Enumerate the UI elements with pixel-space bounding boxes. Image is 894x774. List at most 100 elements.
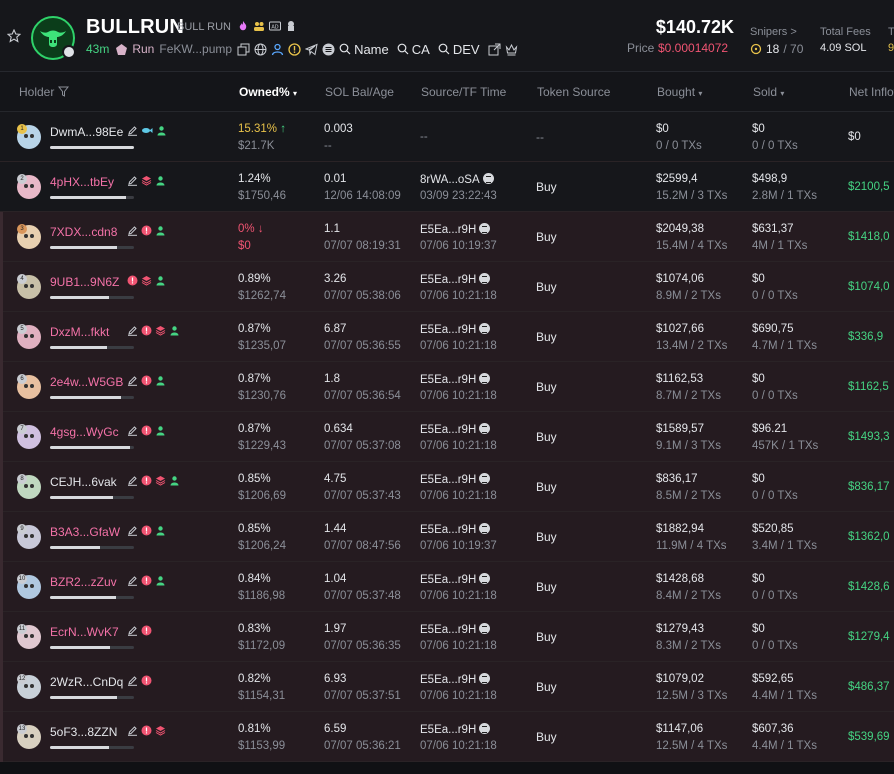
funding-source[interactable]: E5Ea...r9H [420,673,491,686]
col-net-inflow[interactable]: Net Inflow [849,85,894,99]
alert-icon [141,475,152,489]
funding-source[interactable]: E5Ea...r9H [420,423,491,436]
holder-address[interactable]: 2e4w...W5GB [50,375,123,389]
holder-address[interactable]: DwmA...98Ee [50,125,123,139]
holder-tags [127,525,166,539]
funding-source[interactable]: 8rWA...oSA [420,173,494,186]
table-row[interactable]: 10 BZR2...zZuv 0.84% $1186,98 1.04 07/07… [0,562,894,612]
telegram-icon[interactable] [305,43,318,56]
funding-source[interactable]: E5Ea...r9H [420,573,491,586]
edit-icon[interactable] [127,125,138,139]
edit-icon[interactable] [127,475,138,489]
table-row[interactable]: 12 2WzR...CnDq 0.82% $1154,31 6.93 07/07… [0,662,894,712]
search-ca-link[interactable]: CA [397,42,430,57]
net-inflow: $0 [848,131,861,143]
holder-address[interactable]: 9UB1...9N6Z [50,275,119,289]
contract-address[interactable]: FeKW...pump [159,42,232,56]
layers-icon [141,175,152,189]
holder-tags [127,475,180,489]
table-row[interactable]: 9 B3A3...GfaW 0.85% $1206,24 1.44 07/07 … [0,512,894,562]
warning-icon[interactable] [288,42,301,56]
funding-source[interactable]: E5Ea...r9H [420,623,491,636]
edit-icon[interactable] [127,225,138,239]
globe-icon[interactable] [254,43,267,56]
sold-usd: $520,85 [752,523,794,535]
edit-icon[interactable] [127,625,138,639]
holder-address[interactable]: 4gsg...WyGc [50,425,119,439]
col-holder[interactable]: Holder [19,85,69,99]
holding-bar [50,646,134,649]
owned-usd: $21.7K [238,140,275,152]
edit-icon[interactable] [127,175,138,189]
col-source[interactable]: Source/TF Time [421,85,506,99]
funding-source[interactable]: E5Ea...r9H [420,373,491,386]
funding-source[interactable]: E5Ea...r9H [420,273,491,286]
explorer-icon[interactable] [322,43,335,56]
ad-icon[interactable]: AD [269,20,281,32]
snipers-label[interactable]: Snipers > [750,26,797,38]
token-source: Buy [536,180,557,194]
copy-icon[interactable] [237,43,250,56]
edit-icon[interactable] [127,525,138,539]
col-owned[interactable]: Owned% ▾ [239,85,297,99]
sol-balance: 0.003 [324,123,353,135]
table-row[interactable]: 4 9UB1...9N6Z 0.89% $1262,74 3.26 07/07 … [0,262,894,312]
explorer-icon [479,523,491,534]
edit-icon[interactable] [127,725,138,739]
table-row[interactable]: 11 EcrN...WvK7 0.83% $1172,09 1.97 07/07… [0,612,894,662]
sol-balance: 1.8 [324,373,340,385]
rank-badge: 5 [17,324,27,334]
holder-address[interactable]: CEJH...6vak [50,475,117,489]
funding-source[interactable]: -- [420,131,428,143]
net-inflow: $1162,5 [848,381,889,393]
sold-usd: $96.21 [752,423,788,435]
funding-time: 07/06 10:21:18 [420,290,497,302]
funding-source[interactable]: E5Ea...r9H [420,323,491,336]
token-source: Buy [536,330,557,344]
holder-address[interactable]: 7XDX...cdn8 [50,225,117,239]
holder-address[interactable]: 4pHX...tbEy [50,175,114,189]
holder-address[interactable]: BZR2...zZuv [50,575,117,589]
holder-address[interactable]: DxzM...fkkt [50,325,109,339]
funding-source[interactable]: E5Ea...r9H [420,473,491,486]
col-token-source[interactable]: Token Source [537,85,610,99]
holder-address[interactable]: B3A3...GfaW [50,525,120,539]
search-dev-link[interactable]: DEV [438,42,480,57]
holding-bar [50,146,134,149]
funding-source[interactable]: E5Ea...r9H [420,523,491,536]
edit-icon[interactable] [127,425,138,439]
net-inflow: $1428,6 [848,581,890,593]
share-icon[interactable] [488,43,501,56]
search-name-link[interactable]: Name [339,42,389,57]
edit-icon[interactable] [127,675,138,689]
dev-user-icon[interactable] [271,43,284,56]
edit-icon[interactable] [127,375,138,389]
funding-time: 03/09 23:22:43 [420,190,497,202]
holder-address[interactable]: EcrN...WvK7 [50,625,119,639]
table-row[interactable]: 8 CEJH...6vak 0.85% $1206,69 4.75 07/07 … [0,462,894,512]
crown-icon[interactable] [505,43,518,56]
funding-source[interactable]: E5Ea...r9H [420,723,491,736]
star-icon[interactable] [7,29,21,43]
fish-icon [141,125,153,139]
col-bought[interactable]: Bought ▾ [657,85,702,99]
owned-usd: $1206,69 [238,490,286,502]
edit-icon[interactable] [127,325,138,339]
funding-source[interactable]: E5Ea...r9H [420,223,491,236]
table-row[interactable]: 13 5oF3...8ZZN 0.81% $1153,99 6.59 07/07… [0,712,894,762]
token-source: -- [536,130,544,144]
table-row[interactable]: 3 7XDX...cdn8 0% ↓ $0 1.1 07/07 08:19:31… [0,212,894,262]
table-row[interactable]: 2 4pHX...tbEy 1.24% $1750,46 0.01 12/06 … [0,162,894,212]
wallet-age: -- [324,140,332,152]
alert-icon [141,375,152,389]
table-row[interactable]: 6 2e4w...W5GB 0.87% $1230,76 1.8 07/07 0… [0,362,894,412]
col-sold[interactable]: Sold ▾ [753,85,784,99]
table-row[interactable]: 1 DwmA...98Ee 15.31% ↑ $21.7K 0.003 -- -… [0,112,894,162]
table-row[interactable]: 7 4gsg...WyGc 0.87% $1229,43 0.634 07/07… [0,412,894,462]
edit-icon[interactable] [127,575,138,589]
table-row[interactable]: 5 DxzM...fkkt 0.87% $1235,07 6.87 07/07 … [0,312,894,362]
token-source: Buy [536,480,557,494]
holder-address[interactable]: 5oF3...8ZZN [50,725,117,739]
col-sol-bal[interactable]: SOL Bal/Age [325,85,394,99]
holder-address[interactable]: 2WzR...CnDq [50,675,123,689]
